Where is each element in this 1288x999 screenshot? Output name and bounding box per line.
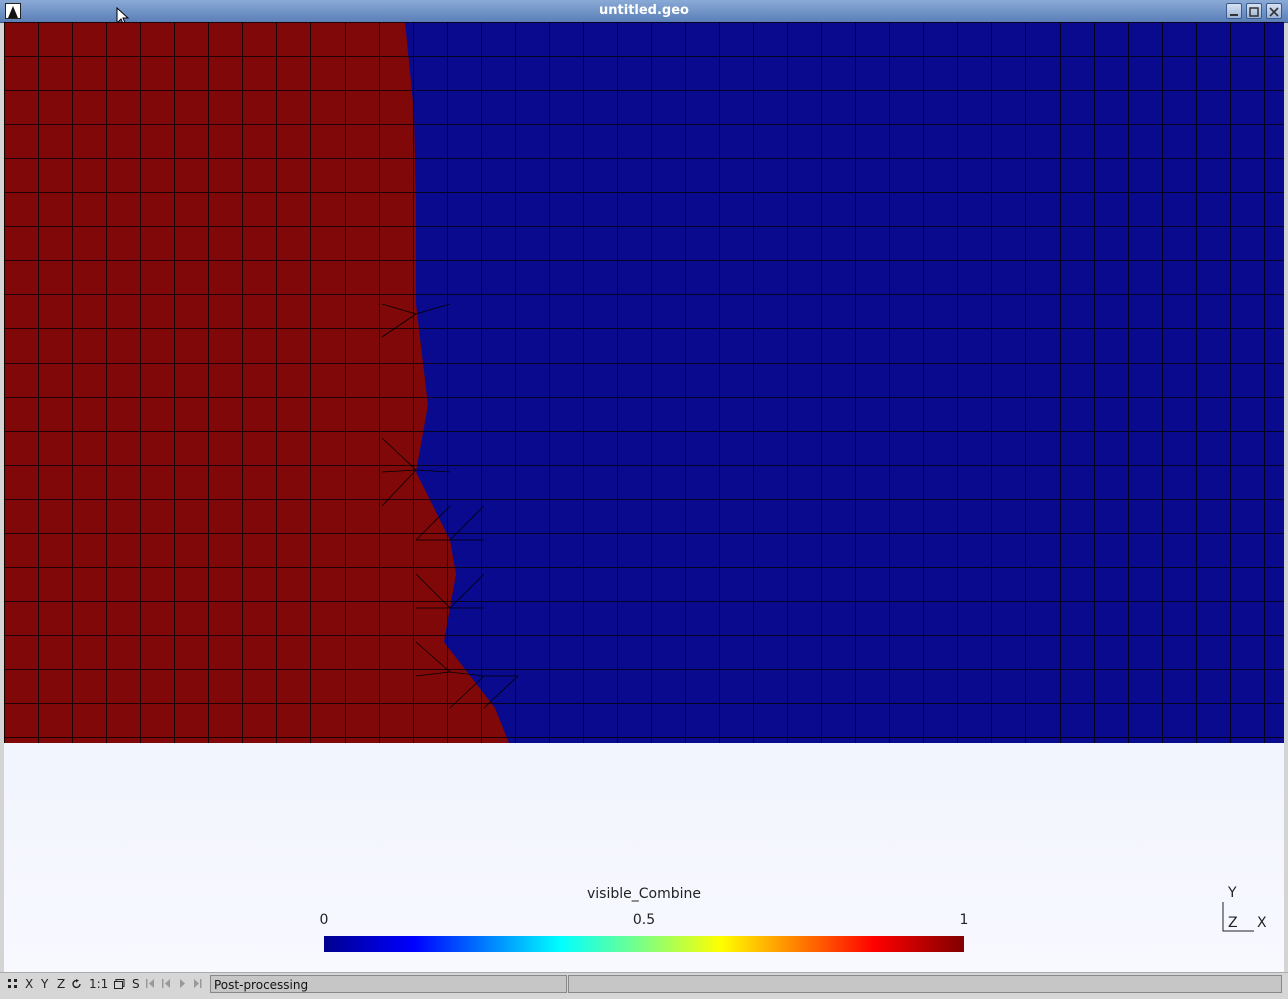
view-y-button[interactable]: Y: [41, 977, 48, 991]
axis-x-label: X: [1257, 915, 1267, 931]
status-bar: X Y Z 1:1 S Post-processing: [0, 972, 1288, 999]
close-icon: [1269, 7, 1279, 17]
rotate-icon[interactable]: [72, 979, 82, 989]
projection-toggle-icon[interactable]: [8, 979, 18, 989]
colorbar-tick-max: 1: [959, 912, 969, 928]
snapshot-s-button[interactable]: S: [132, 977, 140, 991]
scale-1to1-button[interactable]: 1:1: [89, 977, 108, 991]
view-x-button[interactable]: X: [25, 977, 33, 991]
animation-controls[interactable]: [146, 979, 206, 989]
title-bar: untitled.geo: [0, 0, 1288, 23]
minimize-button[interactable]: [1226, 3, 1242, 19]
mesh-plot[interactable]: [4, 22, 1284, 743]
close-button[interactable]: [1266, 3, 1282, 19]
screenshot-icon[interactable]: [114, 979, 125, 989]
axis-y-label: Y: [1228, 885, 1237, 901]
axes-triad-lines: [1222, 902, 1254, 932]
maximize-button[interactable]: [1246, 3, 1262, 19]
minimize-icon: [1230, 14, 1238, 16]
colorbar-title: visible_Combine: [587, 886, 701, 902]
colorbar-gradient: [324, 936, 964, 952]
colorbar-tick-min: 0: [319, 912, 329, 928]
status-progress-field: [568, 975, 1282, 993]
graphics-viewport[interactable]: [4, 22, 1284, 972]
window-title: untitled.geo: [599, 3, 689, 18]
status-message: Post-processing: [210, 975, 567, 993]
view-z-button[interactable]: Z: [57, 977, 65, 991]
maximize-icon: [1249, 7, 1259, 17]
colorbar-tick-mid: 0.5: [632, 912, 656, 928]
